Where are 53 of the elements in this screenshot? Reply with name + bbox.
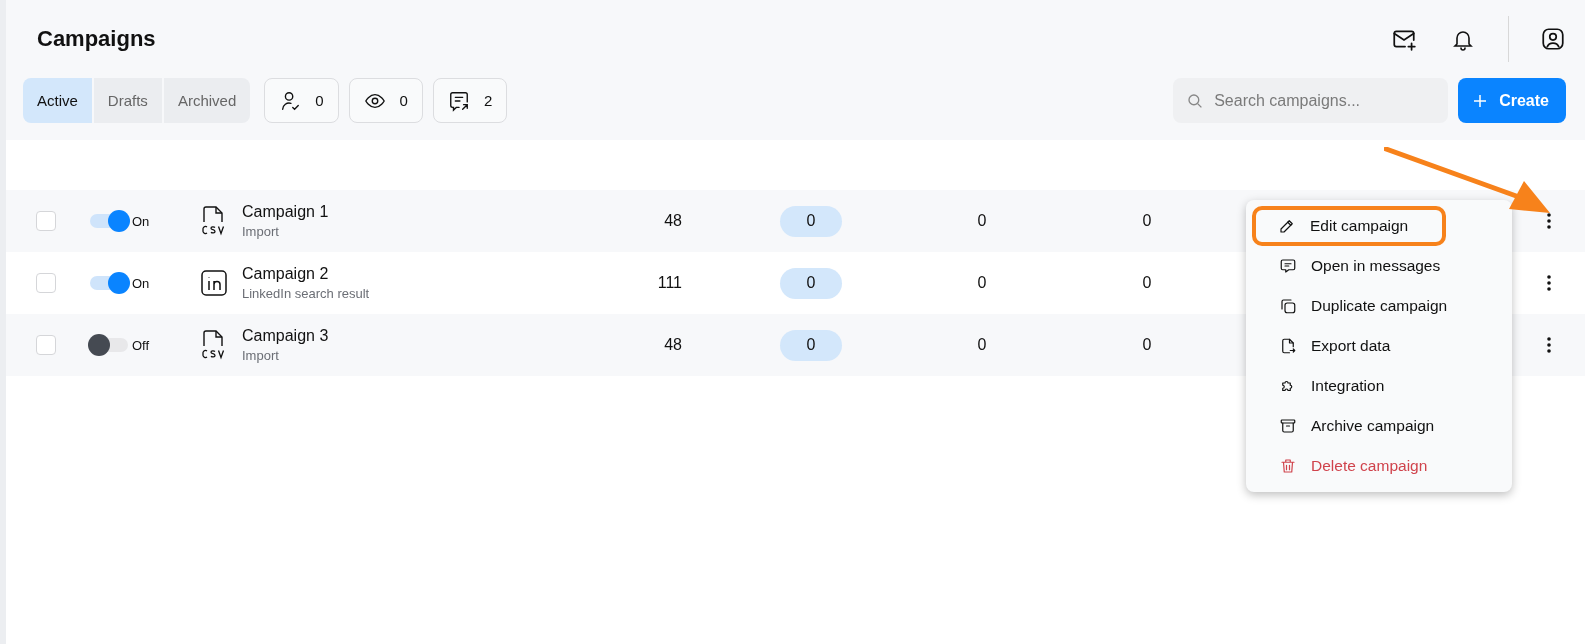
count-pill: 0 [780,329,842,361]
count-pill: 0 [780,267,842,299]
table-cell-text: 0 [976,336,988,354]
more-icon[interactable] [1546,336,1552,354]
copy-icon [1279,297,1297,315]
user-icon[interactable] [1540,26,1566,52]
message-icon [1279,257,1297,275]
archive-icon [1279,417,1297,435]
checkbox[interactable] [36,273,56,293]
linkedin-icon [200,269,228,297]
pencil-icon [1278,217,1296,235]
table-cell-text: 0 [976,274,988,292]
campaign-source: Import [242,224,280,239]
table-cell-text: 0 [1141,336,1153,354]
campaign-name[interactable]: Campaign 3 [242,327,622,345]
toggle-label: On [132,213,150,229]
table-cell-text: 0 [1141,274,1153,292]
more-icon[interactable] [1546,212,1552,230]
checkbox[interactable] [36,335,56,355]
menu-item[interactable]: Edit campaign [1252,206,1446,246]
tab[interactable]: Drafts [93,78,162,123]
tab[interactable]: Archived [163,78,251,123]
tab[interactable]: Active [23,78,92,123]
create-button[interactable]: Create [1458,78,1566,123]
person-check-icon [279,89,302,112]
trash-icon [1279,457,1297,475]
stat-button[interactable]: 2 [432,78,508,123]
campaign-name[interactable]: Campaign 2 [242,265,622,283]
menu-item[interactable]: Export data [1252,326,1506,366]
campaign-name[interactable]: Campaign 1 [242,203,622,221]
more-icon[interactable] [1546,274,1552,292]
table-cell-text: 0 [976,212,988,230]
menu-item[interactable]: Delete campaign [1252,446,1506,486]
table-cell-text: 0 [1141,212,1153,230]
count-pill: 0 [780,205,842,237]
menu-item[interactable]: Archive campaign [1252,406,1506,446]
menu-item[interactable]: Duplicate campaign [1252,286,1506,326]
campaign-source: Import [242,348,280,363]
message-icon [447,89,470,112]
stat-button[interactable]: 0 [264,78,339,123]
toggle-label: Off [132,337,150,353]
page-title: Campaigns [37,26,156,52]
export-icon [1279,337,1297,355]
table-cell-text: 48 [663,212,682,230]
table-cell-text: 48 [663,336,682,354]
menu-item[interactable]: Open in messages [1252,246,1506,286]
table-cell-text: 111 [656,274,682,292]
checkbox[interactable] [36,211,56,231]
stat-button[interactable]: 0 [348,78,423,123]
menu-item[interactable]: Integration [1252,366,1506,406]
toggle-label: On [132,275,150,291]
campaign-source: LinkedIn search result [242,286,371,301]
search-field[interactable]: Search campaigns... [1173,78,1449,123]
